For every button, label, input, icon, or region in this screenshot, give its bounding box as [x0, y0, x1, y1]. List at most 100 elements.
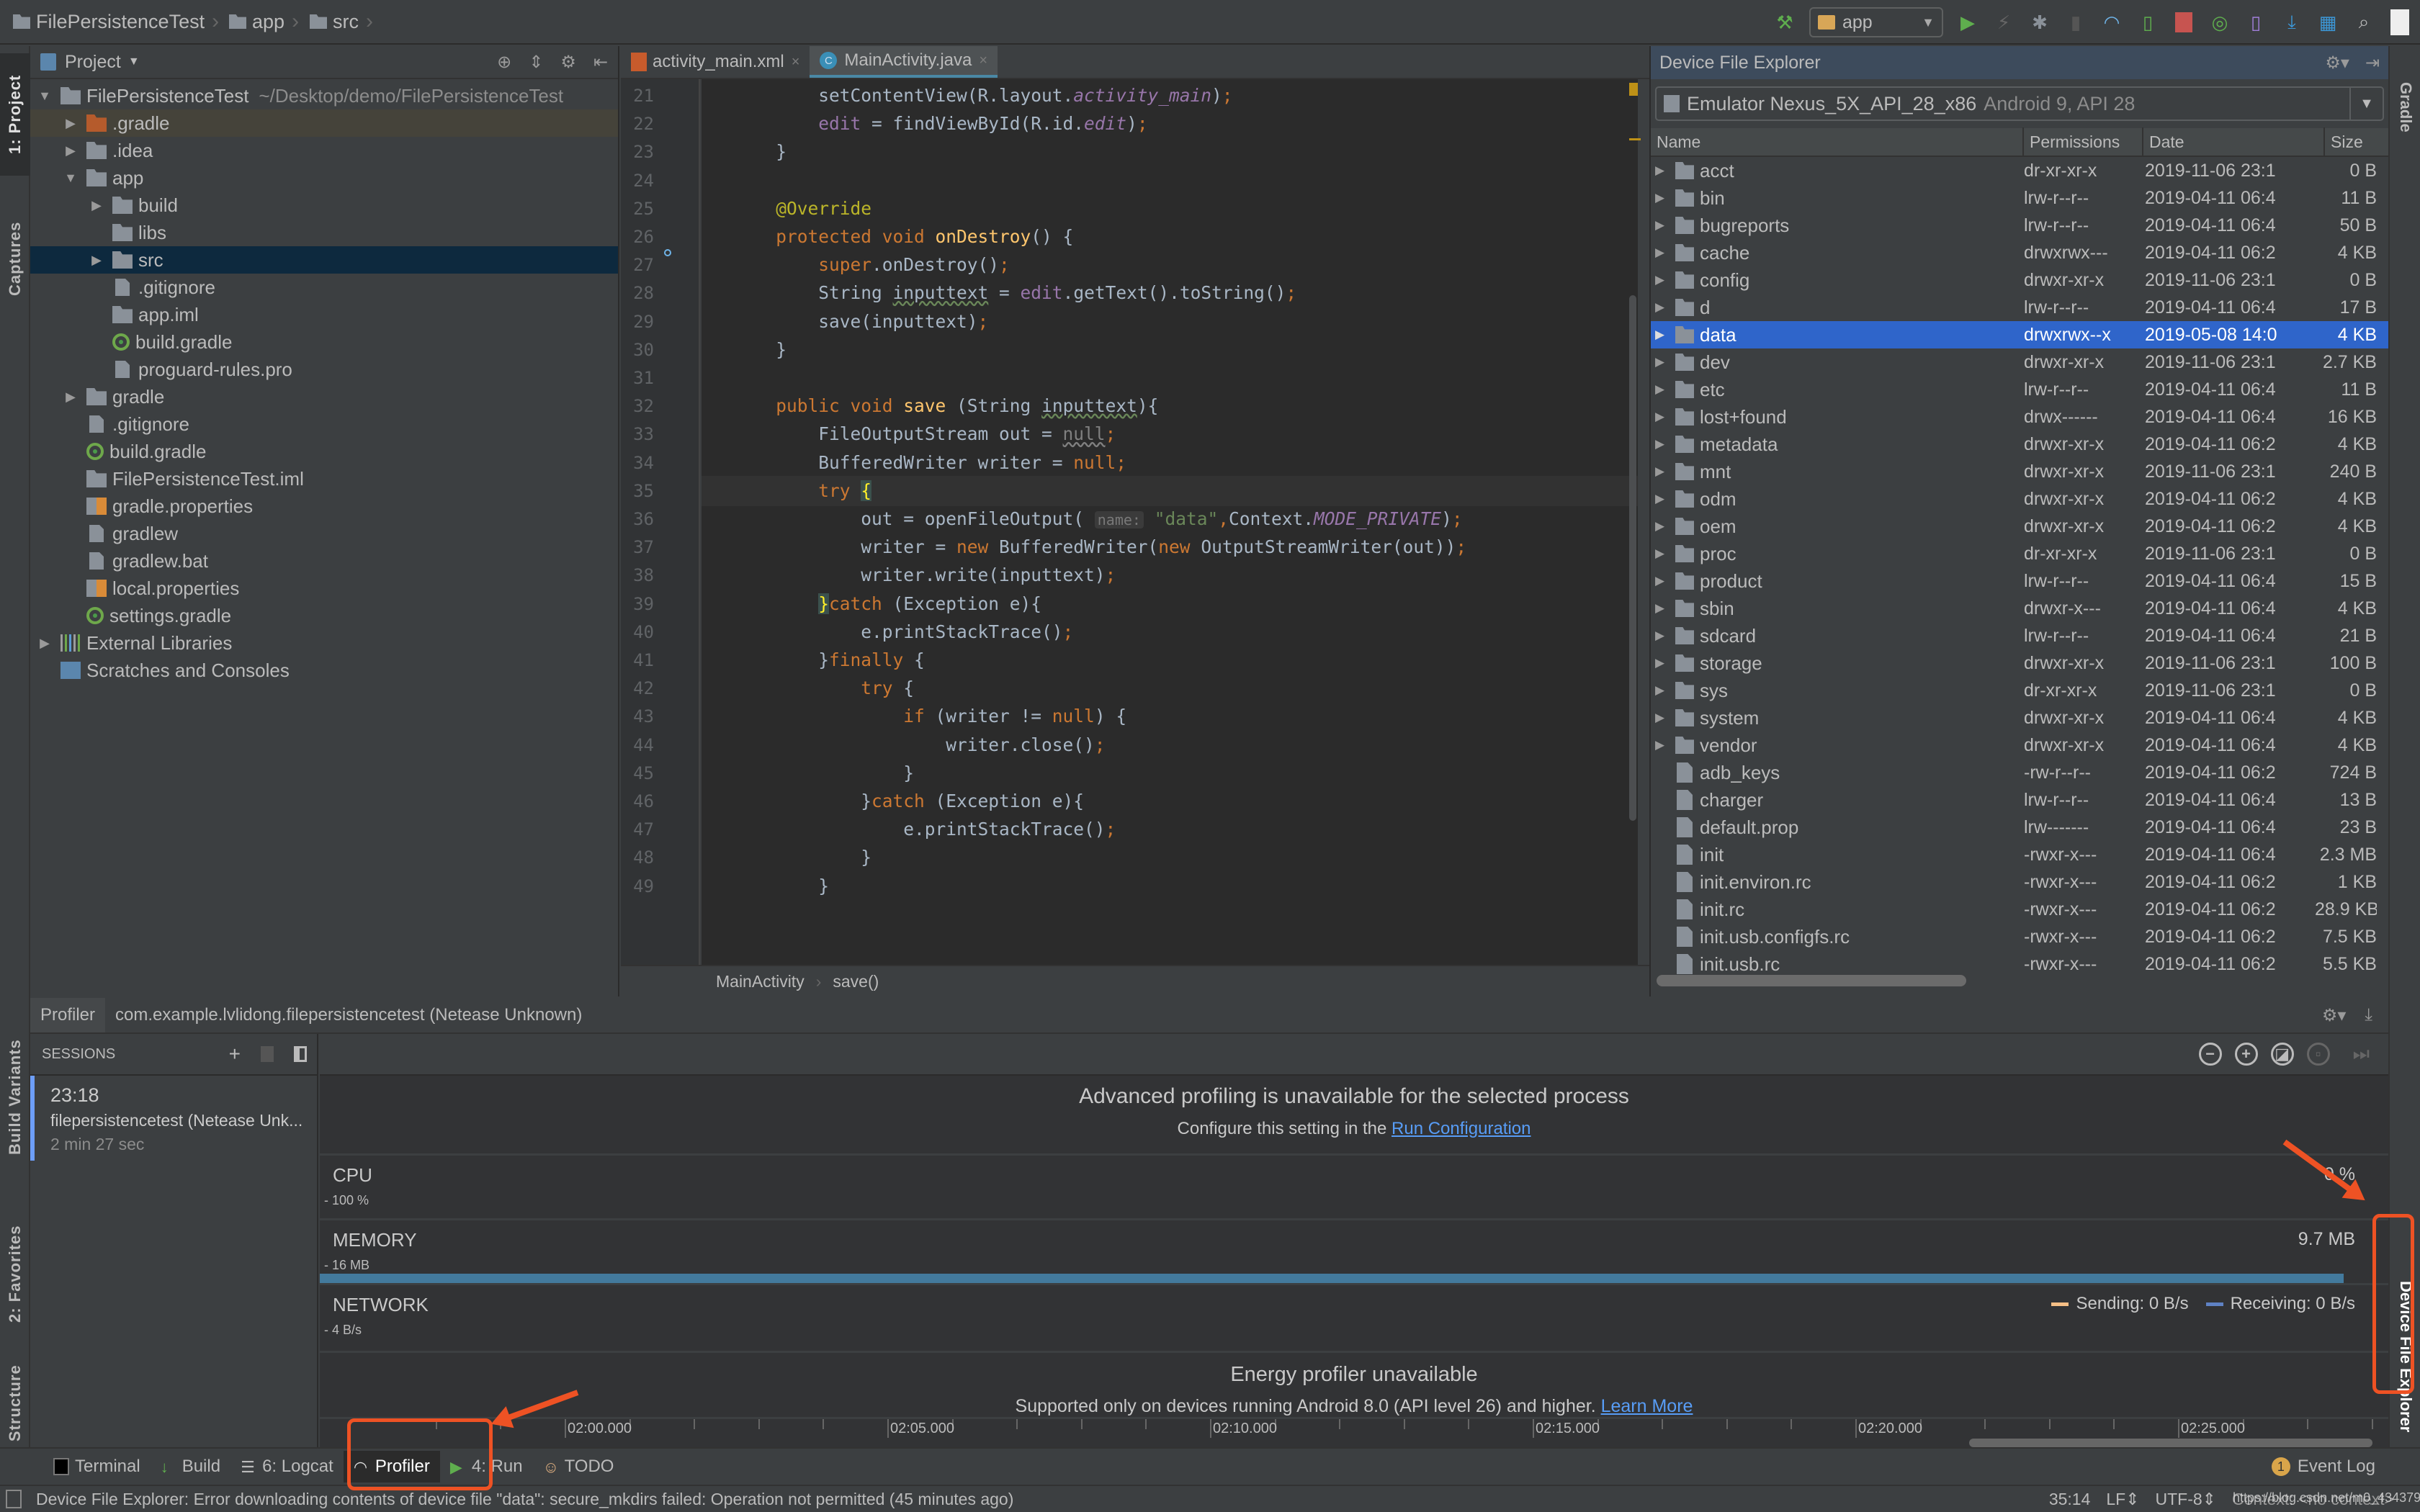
file-row[interactable]: ▶ proc dr-xr-xr-x 2019-11-06 23:1 0 B	[1651, 540, 2388, 567]
collapsed-arrow-icon[interactable]: ▶	[88, 253, 105, 268]
reset-zoom-icon[interactable]: ◪	[2270, 1043, 2294, 1066]
tab-main-activity-java[interactable]: C MainActivity.java ×	[810, 46, 998, 78]
zoom-to-selection-icon[interactable]: ▫	[2306, 1043, 2330, 1066]
expand-arrow-icon[interactable]: ▶	[1655, 273, 1670, 287]
expand-arrow-icon[interactable]: ▶	[1655, 656, 1670, 670]
tree-item[interactable]: settings.gradle	[30, 602, 618, 629]
expanded-arrow-icon[interactable]: ▼	[62, 171, 79, 186]
tree-item[interactable]: ▶ gradle	[30, 383, 618, 410]
expand-arrow-icon[interactable]: ▶	[1655, 574, 1670, 588]
override-marker-icon[interactable]	[664, 249, 671, 256]
tool-tab-favorites[interactable]: 2: Favorites	[0, 1205, 30, 1342]
zoom-in-icon[interactable]: +	[2234, 1043, 2258, 1066]
hide-icon[interactable]: ⤓	[2365, 1005, 2372, 1026]
tree-item[interactable]: libs	[30, 219, 618, 246]
tree-item[interactable]: .gitignore	[30, 410, 618, 438]
tree-item[interactable]: gradlew.bat	[30, 547, 618, 575]
breadcrumb-src[interactable]: src ›	[310, 7, 373, 36]
file-row[interactable]: ▶ etc lrw-r--r-- 2019-04-11 06:4 11 B	[1651, 376, 2388, 403]
file-row[interactable]: ▶ system drwxr-xr-x 2019-04-11 06:4 4 KB	[1651, 704, 2388, 732]
tree-item[interactable]: .gitignore	[30, 274, 618, 301]
file-row[interactable]: ▶ vendor drwxr-xr-x 2019-04-11 06:4 4 KB	[1651, 732, 2388, 759]
file-row[interactable]: ▶ metadata drwxr-xr-x 2019-04-11 06:2 4 KB	[1651, 431, 2388, 458]
expanded-arrow-icon[interactable]: ▼	[36, 89, 53, 104]
expand-arrow-icon[interactable]: ▶	[1655, 492, 1670, 506]
hammer-icon[interactable]: ⚒	[1773, 11, 1796, 34]
tree-item[interactable]: ▶ build	[30, 192, 618, 219]
code-line[interactable]: writer.write(inputtext);	[702, 560, 1116, 590]
code-line[interactable]: }	[702, 842, 871, 873]
tree-item[interactable]: Scratches and Consoles	[30, 657, 618, 684]
cpu-lane[interactable]: CPU - 100 % 0 %	[320, 1153, 2388, 1218]
file-row[interactable]: adb_keys -rw-r--r-- 2019-04-11 06:2 724 B	[1651, 759, 2388, 786]
expand-arrow-icon[interactable]: ▶	[1655, 246, 1670, 260]
tab-profiler[interactable]: Profiler	[30, 998, 106, 1032]
status-message[interactable]: Device File Explorer: Error downloading …	[36, 1490, 1013, 1509]
file-row[interactable]: ▶ bugreports lrw-r--r-- 2019-04-11 06:4 50 B	[1651, 212, 2388, 239]
horizontal-scrollbar[interactable]	[1657, 975, 1966, 986]
editor-scrollbar[interactable]	[1629, 295, 1636, 821]
device-select[interactable]: Emulator Nexus_5X_API_28_x86 Android 9, …	[1655, 86, 2384, 121]
expand-arrow-icon[interactable]: ▶	[1655, 382, 1670, 397]
tool-tab-gradle[interactable]: Gradle	[2390, 60, 2420, 154]
debug-icon[interactable]: ✱	[2028, 11, 2051, 34]
bottom-tab-terminal[interactable]: Terminal	[43, 1451, 151, 1482]
code-line[interactable]: try {	[702, 673, 914, 703]
tree-item[interactable]: gradlew	[30, 520, 618, 547]
stop-icon[interactable]	[2172, 11, 2195, 34]
tab-activity-main-xml[interactable]: activity_main.xml ×	[621, 46, 810, 78]
line-separator[interactable]: LF⇕	[2106, 1490, 2139, 1509]
file-row[interactable]: default.prop lrw------- 2019-04-11 06:4 23 …	[1651, 814, 2388, 841]
learn-more-link[interactable]: Learn More	[1601, 1396, 1693, 1416]
file-row[interactable]: ▶ sys dr-xr-xr-x 2019-11-06 23:1 0 B	[1651, 677, 2388, 704]
close-icon[interactable]: ×	[979, 53, 987, 69]
expand-arrow-icon[interactable]: ▶	[1655, 629, 1670, 643]
tree-item[interactable]: build.gradle	[30, 328, 618, 356]
code-line[interactable]: }catch (Exception e){	[702, 589, 1041, 619]
file-row[interactable]: ▶ lost+found drwx------ 2019-04-11 06:4 16 K…	[1651, 403, 2388, 431]
file-row[interactable]: ▶ oem drwxr-xr-x 2019-04-11 06:2 4 KB	[1651, 513, 2388, 540]
expand-arrow-icon[interactable]: ▶	[1655, 437, 1670, 451]
profile-icon[interactable]: ◠	[2100, 11, 2123, 34]
toggle-tool-windows-icon[interactable]	[6, 1490, 22, 1508]
code-line[interactable]: setContentView(R.layout.activity_main);	[702, 81, 1232, 111]
collapsed-arrow-icon[interactable]: ▶	[88, 198, 105, 213]
file-row[interactable]: init.environ.rc -rwxr-x--- 2019-04-11 06:2…	[1651, 868, 2388, 896]
file-row[interactable]: ▶ sdcard lrw-r--r-- 2019-04-11 06:4 21 B	[1651, 622, 2388, 649]
code-line[interactable]: e.printStackTrace();	[702, 814, 1116, 845]
tree-item[interactable]: proguard-rules.pro	[30, 356, 618, 383]
code-line[interactable]: }	[702, 758, 914, 788]
expand-arrow-icon[interactable]: ▶	[1655, 546, 1670, 561]
breadcrumb-method[interactable]: save()	[833, 972, 879, 991]
memory-lane[interactable]: MEMORY - 16 MB 9.7 MB	[320, 1218, 2388, 1284]
collapse-panel-icon[interactable]	[294, 1046, 307, 1062]
tree-item[interactable]: ▶ .idea	[30, 137, 618, 164]
expand-arrow-icon[interactable]: ▶	[1655, 738, 1670, 752]
collapsed-arrow-icon[interactable]: ▶	[62, 390, 79, 405]
code-line[interactable]: BufferedWriter writer = null;	[702, 448, 1126, 478]
attach-icon[interactable]: ▮	[2064, 11, 2087, 34]
file-row[interactable]: ▶ d lrw-r--r-- 2019-04-11 06:4 17 B	[1651, 294, 2388, 321]
file-row[interactable]: init.usb.rc -rwxr-x--- 2019-04-11 06:2 5.5 …	[1651, 950, 2388, 978]
file-row[interactable]: ▶ odm drwxr-xr-x 2019-04-11 06:2 4 KB	[1651, 485, 2388, 513]
file-row[interactable]: ▶ mnt drwxr-xr-x 2019-11-06 23:1 240 B	[1651, 458, 2388, 485]
column-name[interactable]: Name	[1651, 127, 2024, 156]
run-icon[interactable]: ▶	[1956, 11, 1979, 34]
column-date[interactable]: Date	[2143, 127, 2325, 156]
expand-arrow-icon[interactable]: ▶	[1655, 711, 1670, 725]
code-line[interactable]: save(inputtext);	[702, 307, 988, 337]
warning-marker[interactable]	[1629, 138, 1641, 140]
search-icon[interactable]: ⌕	[2352, 11, 2375, 34]
tool-tab-project[interactable]: 1: Project	[0, 53, 30, 176]
run-configuration-link[interactable]: Run Configuration	[1392, 1119, 1531, 1138]
account-icon[interactable]	[2388, 9, 2411, 35]
gear-icon[interactable]: ⚙▾	[2322, 1005, 2347, 1026]
code-line[interactable]	[702, 363, 733, 393]
code-line[interactable]: writer.close();	[702, 730, 1105, 760]
expand-arrow-icon[interactable]: ▶	[1655, 519, 1670, 534]
hide-icon[interactable]: ⇤	[593, 52, 608, 73]
file-row[interactable]: ▶ bin lrw-r--r-- 2019-04-11 06:4 11 B	[1651, 184, 2388, 212]
collapse-all-icon[interactable]: ⇕	[529, 52, 543, 73]
code-line[interactable]: e.printStackTrace();	[702, 617, 1073, 647]
sdk-manager-icon[interactable]: ⤓	[2280, 11, 2303, 34]
